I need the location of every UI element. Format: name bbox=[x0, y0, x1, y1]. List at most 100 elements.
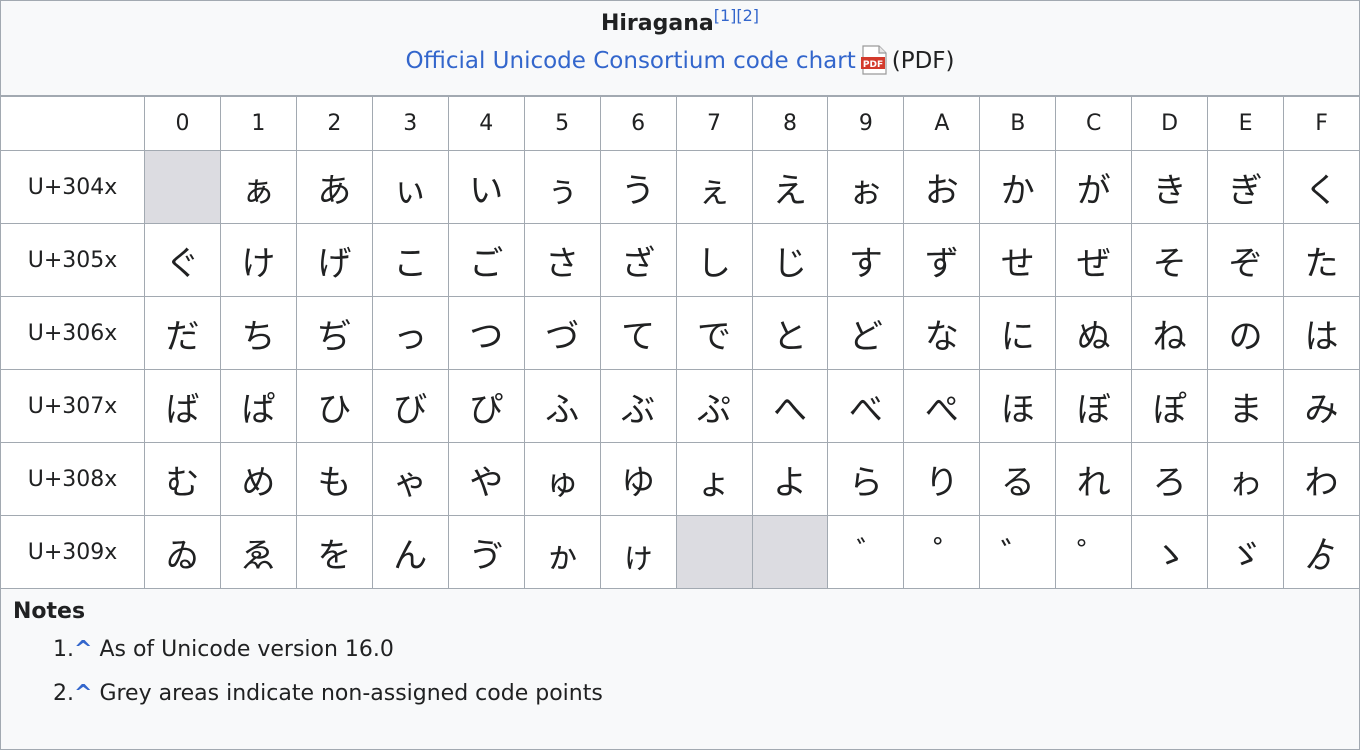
character-cell: ゔ bbox=[447, 515, 525, 589]
character-cell: れ bbox=[1055, 442, 1133, 516]
character-cell: に bbox=[979, 296, 1057, 370]
character-cell: け bbox=[219, 223, 297, 297]
table-row: U+306x だちぢっつづてでとどなにぬねのは bbox=[0, 296, 1360, 370]
character-cell: ぢ bbox=[295, 296, 373, 370]
column-header-5: 5 bbox=[523, 96, 601, 151]
note-item-2: 2.^ Grey areas indicate non-assigned cod… bbox=[53, 679, 1347, 709]
character-cell: ら bbox=[827, 442, 905, 516]
note-number: 2. bbox=[53, 681, 74, 706]
character-cell: て bbox=[599, 296, 677, 370]
character-cell: く bbox=[1283, 150, 1360, 224]
character-cell: が bbox=[1055, 150, 1133, 224]
character-cell: や bbox=[447, 442, 525, 516]
hiragana-navbox: Hiragana[1][2] Official Unicode Consorti… bbox=[0, 0, 1360, 750]
table-row: U+307x ばぱひびぴふぶぷへべぺほぼぽまみ bbox=[0, 369, 1360, 443]
character-cell: る bbox=[979, 442, 1057, 516]
character-cell: ぽ bbox=[1131, 369, 1209, 443]
character-cell: ん bbox=[371, 515, 449, 589]
character-cell: ぜ bbox=[1055, 223, 1133, 297]
character-cell: い bbox=[447, 150, 525, 224]
character-cell: ふ bbox=[523, 369, 601, 443]
character-cell: っ bbox=[371, 296, 449, 370]
character-cell: ぺ bbox=[903, 369, 981, 443]
code-chart-line: Official Unicode Consortium code chart P… bbox=[1, 45, 1359, 76]
column-header-9: 9 bbox=[827, 96, 905, 151]
character-cell: む bbox=[144, 442, 221, 516]
character-cell: ぷ bbox=[675, 369, 753, 443]
character-cell: ゐ bbox=[144, 515, 221, 589]
column-header-D: D bbox=[1131, 96, 1209, 151]
notes-list: 1.^ As of Unicode version 16.0 2.^ Grey … bbox=[13, 635, 1347, 709]
character-cell: ぬ bbox=[1055, 296, 1133, 370]
character-cell: ぐ bbox=[144, 223, 221, 297]
character-cell: え bbox=[751, 150, 829, 224]
character-cell: ぼ bbox=[1055, 369, 1133, 443]
ref-link-2[interactable]: [2] bbox=[736, 6, 759, 25]
column-header-8: 8 bbox=[751, 96, 829, 151]
ref-link-1[interactable]: [1] bbox=[714, 6, 737, 25]
row-label: U+308x bbox=[0, 442, 145, 516]
character-cell: あ bbox=[295, 150, 373, 224]
character-cell: ゚ bbox=[903, 515, 981, 589]
character-cell: ゝ bbox=[1131, 515, 1209, 589]
code-chart-link[interactable]: Official Unicode Consortium code chart bbox=[405, 48, 855, 74]
svg-text:PDF: PDF bbox=[863, 60, 883, 70]
character-cell: ゎ bbox=[1207, 442, 1285, 516]
note-text: As of Unicode version 16.0 bbox=[99, 637, 394, 662]
character-cell: き bbox=[1131, 150, 1209, 224]
row-label: U+306x bbox=[0, 296, 145, 370]
row-label: U+307x bbox=[0, 369, 145, 443]
character-cell: ば bbox=[144, 369, 221, 443]
pdf-icon[interactable]: PDF bbox=[860, 45, 888, 75]
character-cell: ず bbox=[903, 223, 981, 297]
column-header-A: A bbox=[903, 96, 981, 151]
column-header-7: 7 bbox=[675, 96, 753, 151]
character-cell: ゞ bbox=[1207, 515, 1285, 589]
character-cell: み bbox=[1283, 369, 1360, 443]
character-cell: ゃ bbox=[371, 442, 449, 516]
character-cell: お bbox=[903, 150, 981, 224]
character-cell: ち bbox=[219, 296, 297, 370]
table-row: U+304x ぁあぃいぅうぇえぉおかがきぎく bbox=[0, 150, 1360, 224]
column-header-3: 3 bbox=[371, 96, 449, 151]
unassigned-cell bbox=[675, 515, 753, 589]
character-cell: づ bbox=[523, 296, 601, 370]
character-cell: の bbox=[1207, 296, 1285, 370]
character-cell: ぶ bbox=[599, 369, 677, 443]
character-cell: で bbox=[675, 296, 753, 370]
character-cell: と bbox=[751, 296, 829, 370]
character-cell: ゛ bbox=[979, 515, 1057, 589]
character-cell: ご bbox=[447, 223, 525, 297]
notes-title: Notes bbox=[13, 599, 86, 624]
note-number: 1. bbox=[53, 637, 74, 662]
table-title: Hiragana[1][2] bbox=[1, 1, 1359, 39]
column-header-1: 1 bbox=[219, 96, 297, 151]
title-refs: [1][2] bbox=[714, 6, 759, 25]
character-cell: た bbox=[1283, 223, 1360, 297]
column-header-6: 6 bbox=[599, 96, 677, 151]
character-cell: ろ bbox=[1131, 442, 1209, 516]
table-caption: Hiragana[1][2] Official Unicode Consorti… bbox=[1, 1, 1359, 96]
column-header-row: 0123456789ABCDEF bbox=[0, 96, 1360, 151]
character-cell: ょ bbox=[675, 442, 753, 516]
character-cell: べ bbox=[827, 369, 905, 443]
note-backlink[interactable]: ^ bbox=[74, 637, 92, 662]
table-row: U+305x ぐけげこごさざしじすずせぜそぞた bbox=[0, 223, 1360, 297]
character-cell: ぞ bbox=[1207, 223, 1285, 297]
character-cell: ゜ bbox=[1055, 515, 1133, 589]
row-label: U+304x bbox=[0, 150, 145, 224]
character-cell: う bbox=[599, 150, 677, 224]
table-row: U+309xゐゑをんゔゕゖ゙゚゛゜ゝゞゟ bbox=[0, 515, 1360, 589]
character-cell: へ bbox=[751, 369, 829, 443]
character-cell: は bbox=[1283, 296, 1360, 370]
character-cell: ゟ bbox=[1283, 515, 1360, 589]
character-cell: し bbox=[675, 223, 753, 297]
character-cell: ど bbox=[827, 296, 905, 370]
character-cell: す bbox=[827, 223, 905, 297]
character-cell: ぴ bbox=[447, 369, 525, 443]
corner-cell bbox=[0, 96, 145, 151]
note-backlink[interactable]: ^ bbox=[74, 681, 92, 706]
character-cell: ぃ bbox=[371, 150, 449, 224]
character-cell: ぁ bbox=[219, 150, 297, 224]
character-cell: よ bbox=[751, 442, 829, 516]
